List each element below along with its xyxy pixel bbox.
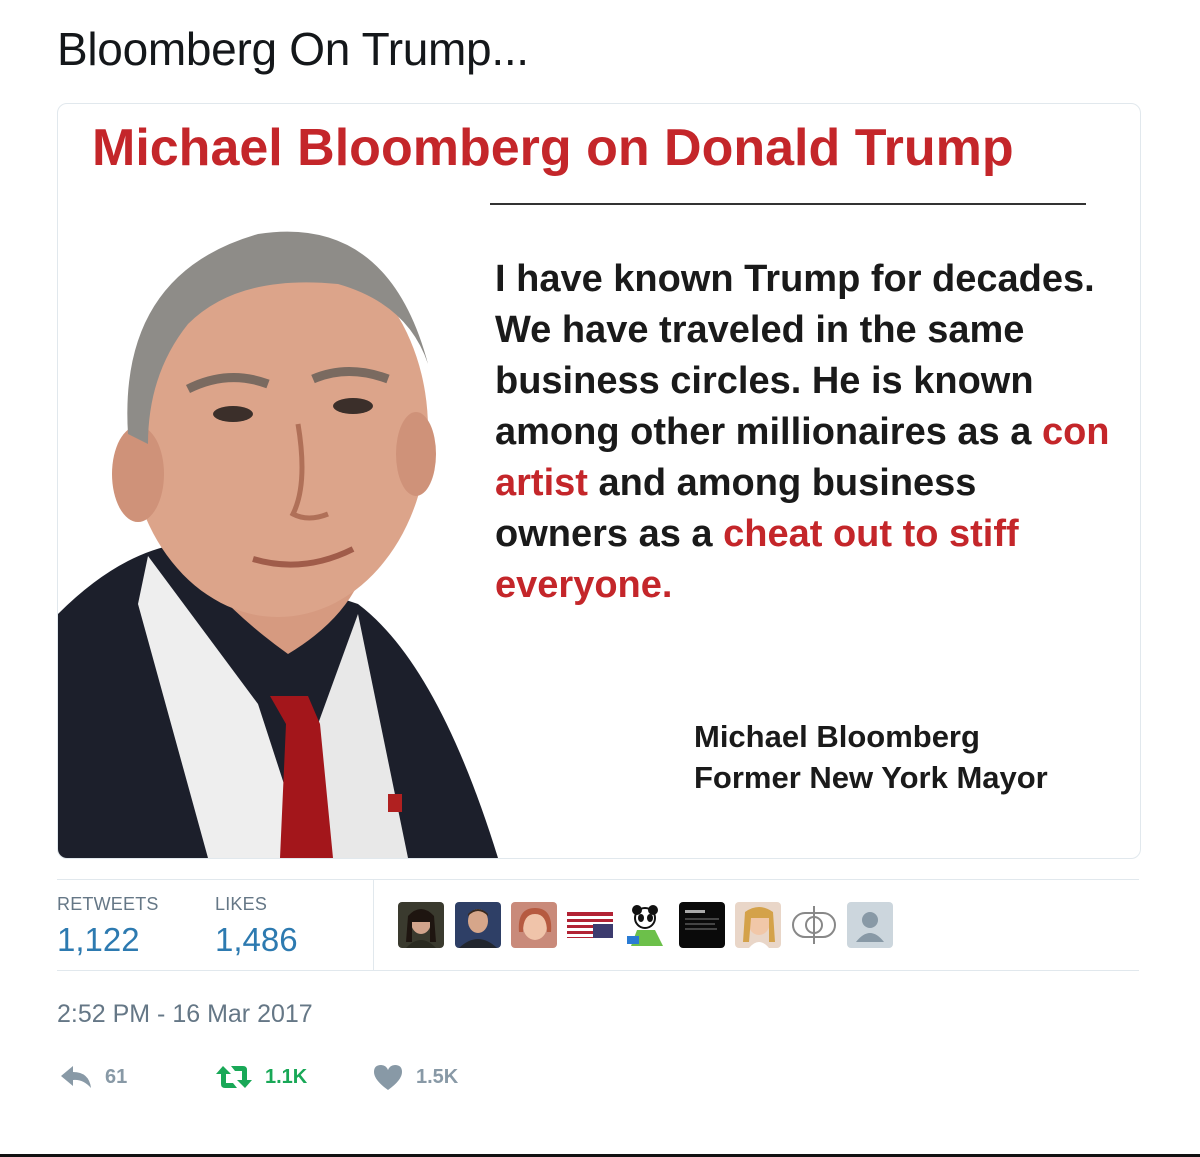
like-button[interactable]: 1.5K bbox=[372, 1060, 458, 1094]
liker-avatar-1[interactable] bbox=[398, 902, 444, 948]
likes-count: 1,486 bbox=[215, 921, 298, 958]
like-count: 1.5K bbox=[416, 1065, 459, 1088]
retweets-count: 1,122 bbox=[57, 921, 140, 958]
tweet-stats: RETWEETS 1,122 LIKES 1,486 bbox=[57, 879, 1139, 971]
retweet-button[interactable]: 1.1K bbox=[215, 1060, 307, 1094]
retweets-label: RETWEETS bbox=[57, 894, 159, 914]
tweet-timestamp[interactable]: 2:52 PM - 16 Mar 2017 bbox=[57, 1000, 313, 1029]
liker-avatar-6[interactable] bbox=[679, 902, 725, 948]
retweets-stat[interactable]: RETWEETS 1,122 bbox=[57, 894, 159, 959]
liker-avatar-5[interactable] bbox=[623, 902, 669, 948]
retweet-icon bbox=[216, 1066, 252, 1088]
liker-avatar-3[interactable] bbox=[511, 902, 557, 948]
liker-avatar-2[interactable] bbox=[455, 902, 501, 948]
liker-avatar-9[interactable] bbox=[847, 902, 893, 948]
liker-avatar-4[interactable] bbox=[567, 902, 613, 948]
quote-text: I have known Trump for decades. We have … bbox=[495, 254, 1115, 611]
attribution-name: Michael Bloomberg bbox=[694, 719, 980, 754]
reply-count: 61 bbox=[105, 1065, 128, 1088]
reply-icon bbox=[61, 1066, 91, 1088]
likes-label: LIKES bbox=[215, 894, 268, 914]
attribution-role: Former New York Mayor bbox=[694, 760, 1048, 795]
quote-attribution: Michael Bloomberg Former New York Mayor bbox=[694, 716, 1048, 798]
retweet-count: 1.1K bbox=[265, 1065, 308, 1088]
portrait-photo bbox=[58, 231, 498, 858]
media-divider bbox=[490, 203, 1086, 205]
tweet-media-image[interactable]: Michael Bloomberg on Donald Trump I have… bbox=[57, 103, 1141, 859]
reply-button[interactable]: 61 bbox=[59, 1060, 127, 1094]
liker-avatar-8[interactable] bbox=[791, 902, 837, 948]
stats-divider bbox=[373, 880, 374, 970]
heart-icon bbox=[374, 1065, 402, 1090]
likes-stat[interactable]: LIKES 1,486 bbox=[215, 894, 298, 959]
quote-part-1: I have known Trump for decades. We have … bbox=[495, 258, 1095, 453]
media-title: Michael Bloomberg on Donald Trump bbox=[92, 119, 1014, 177]
tweet-text: Bloomberg On Trump... bbox=[57, 23, 529, 75]
liker-avatar-7[interactable] bbox=[735, 902, 781, 948]
